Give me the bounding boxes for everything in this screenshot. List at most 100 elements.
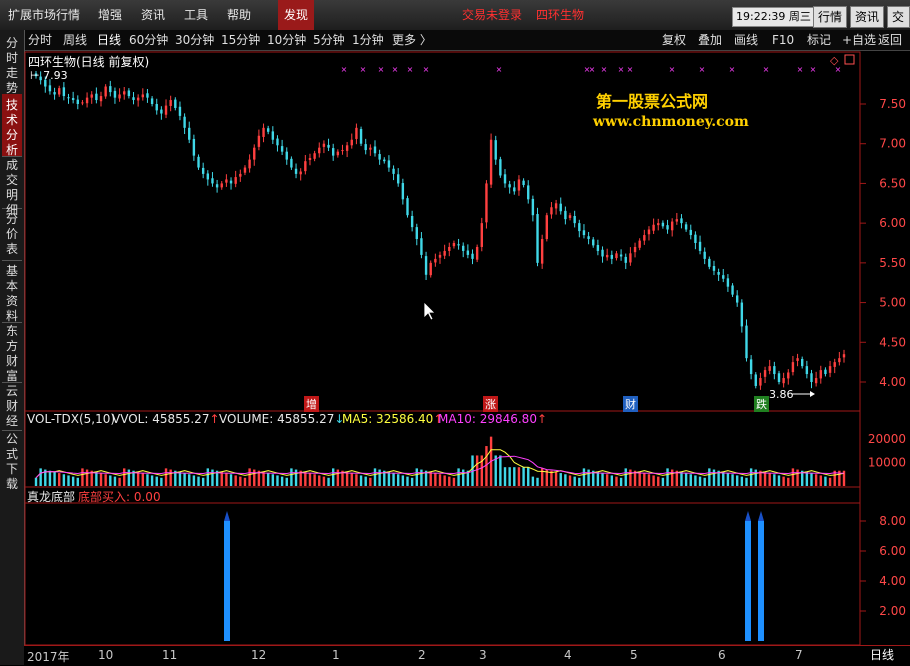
volume-bar [680, 471, 683, 486]
volume-bar [749, 468, 753, 486]
volume-bar [225, 473, 228, 486]
candle [257, 135, 261, 147]
candle [485, 183, 488, 223]
volume-bar [434, 473, 437, 486]
vol-indicator-name[interactable]: VOL-TDX(5,10) [27, 412, 115, 426]
volume-bar [494, 455, 497, 486]
volume-bar [243, 477, 247, 486]
volume-bar [345, 471, 349, 486]
candle [109, 86, 112, 93]
date-tick: 3 [479, 648, 487, 662]
volume-bar [169, 469, 172, 486]
volume-bar [397, 474, 400, 486]
volume-bar [554, 471, 558, 486]
candle [355, 127, 358, 139]
panel-toggle-icon[interactable] [844, 54, 855, 65]
event-marker-finance[interactable]: 财 [623, 396, 638, 412]
candle [745, 325, 748, 359]
price-axis-label: 4.50 [879, 335, 906, 349]
high-price-label: ⊢ 7.93 [30, 69, 68, 82]
candle [90, 94, 93, 98]
volume-bar [457, 468, 460, 486]
candle [104, 86, 107, 97]
event-marker-rise[interactable]: 涨 [483, 396, 498, 412]
candle [749, 359, 753, 375]
candle [239, 173, 242, 177]
event-x-marker: × [810, 65, 817, 74]
volume-bar [410, 477, 414, 486]
candle [629, 253, 632, 263]
event-marker-fall[interactable]: 跌 [754, 396, 769, 412]
candle [573, 215, 576, 224]
candle [740, 302, 744, 327]
volume-bar [694, 475, 697, 486]
candle [123, 91, 126, 95]
event-x-marker: × [797, 65, 804, 74]
candle [434, 258, 437, 263]
candle [299, 171, 302, 175]
candle [113, 90, 117, 98]
volume-bar [740, 476, 744, 486]
volume-bar [322, 476, 326, 486]
date-tick: 5 [630, 648, 638, 662]
volume-bar [615, 476, 618, 486]
indicator-panel-frame [24, 486, 861, 646]
candle [452, 243, 456, 247]
stock-chart[interactable]: 7.507.006.506.005.505.004.504.00 × × × × × × ×… [0, 0, 910, 665]
event-x-marker: × [360, 65, 367, 74]
volume-bar [262, 471, 265, 486]
candle [48, 85, 52, 92]
volume-bar [582, 468, 586, 486]
candle [619, 254, 623, 257]
volume-bar [638, 471, 641, 486]
volume-bar [443, 475, 446, 486]
volume-bar [624, 468, 627, 486]
volume-bar [731, 474, 734, 486]
candle [698, 241, 702, 251]
volume-bar [448, 476, 451, 486]
volume-bar [670, 469, 674, 486]
event-x-marker: × [601, 65, 608, 74]
signal-bar [758, 521, 764, 641]
candle [773, 366, 776, 375]
volume-bar [253, 469, 256, 486]
candle [842, 354, 846, 358]
candle [592, 239, 595, 246]
candle [271, 131, 275, 140]
candle [62, 87, 66, 97]
watermark-title: 第一股票公式网 [596, 92, 709, 111]
candle [448, 246, 451, 251]
volume-bar [508, 467, 511, 486]
candle [554, 203, 558, 209]
volume-bar [768, 473, 771, 486]
candle [420, 238, 423, 255]
candle [652, 224, 655, 231]
price-axis-label: 7.50 [879, 97, 906, 111]
signal-bar-cap [745, 511, 751, 521]
mouse-cursor-icon [423, 301, 436, 321]
volume-bar [810, 473, 813, 486]
volume-bar [220, 471, 223, 486]
candle [828, 366, 832, 373]
candle [53, 92, 56, 95]
candle [536, 214, 539, 263]
event-x-marker: × [378, 65, 385, 74]
candle [805, 366, 809, 375]
candle [763, 370, 767, 377]
candle [513, 187, 516, 192]
volume-axis-label: 20000 [868, 432, 906, 446]
candle [206, 173, 210, 180]
diamond-icon[interactable]: ◇ [830, 54, 839, 67]
candle [503, 174, 507, 184]
candle [141, 94, 145, 98]
indicator-name[interactable]: 真龙底部 [27, 488, 75, 505]
period-day-tab[interactable]: 日线 [866, 645, 898, 665]
volume-bar [285, 477, 288, 486]
volume-bar [118, 477, 121, 486]
date-tick: 4 [564, 648, 572, 662]
event-marker-increase[interactable]: 增 [304, 396, 319, 412]
event-x-marker: × [496, 65, 503, 74]
candle [95, 93, 98, 101]
volume-bar [192, 475, 196, 486]
volume-bar [109, 475, 112, 486]
